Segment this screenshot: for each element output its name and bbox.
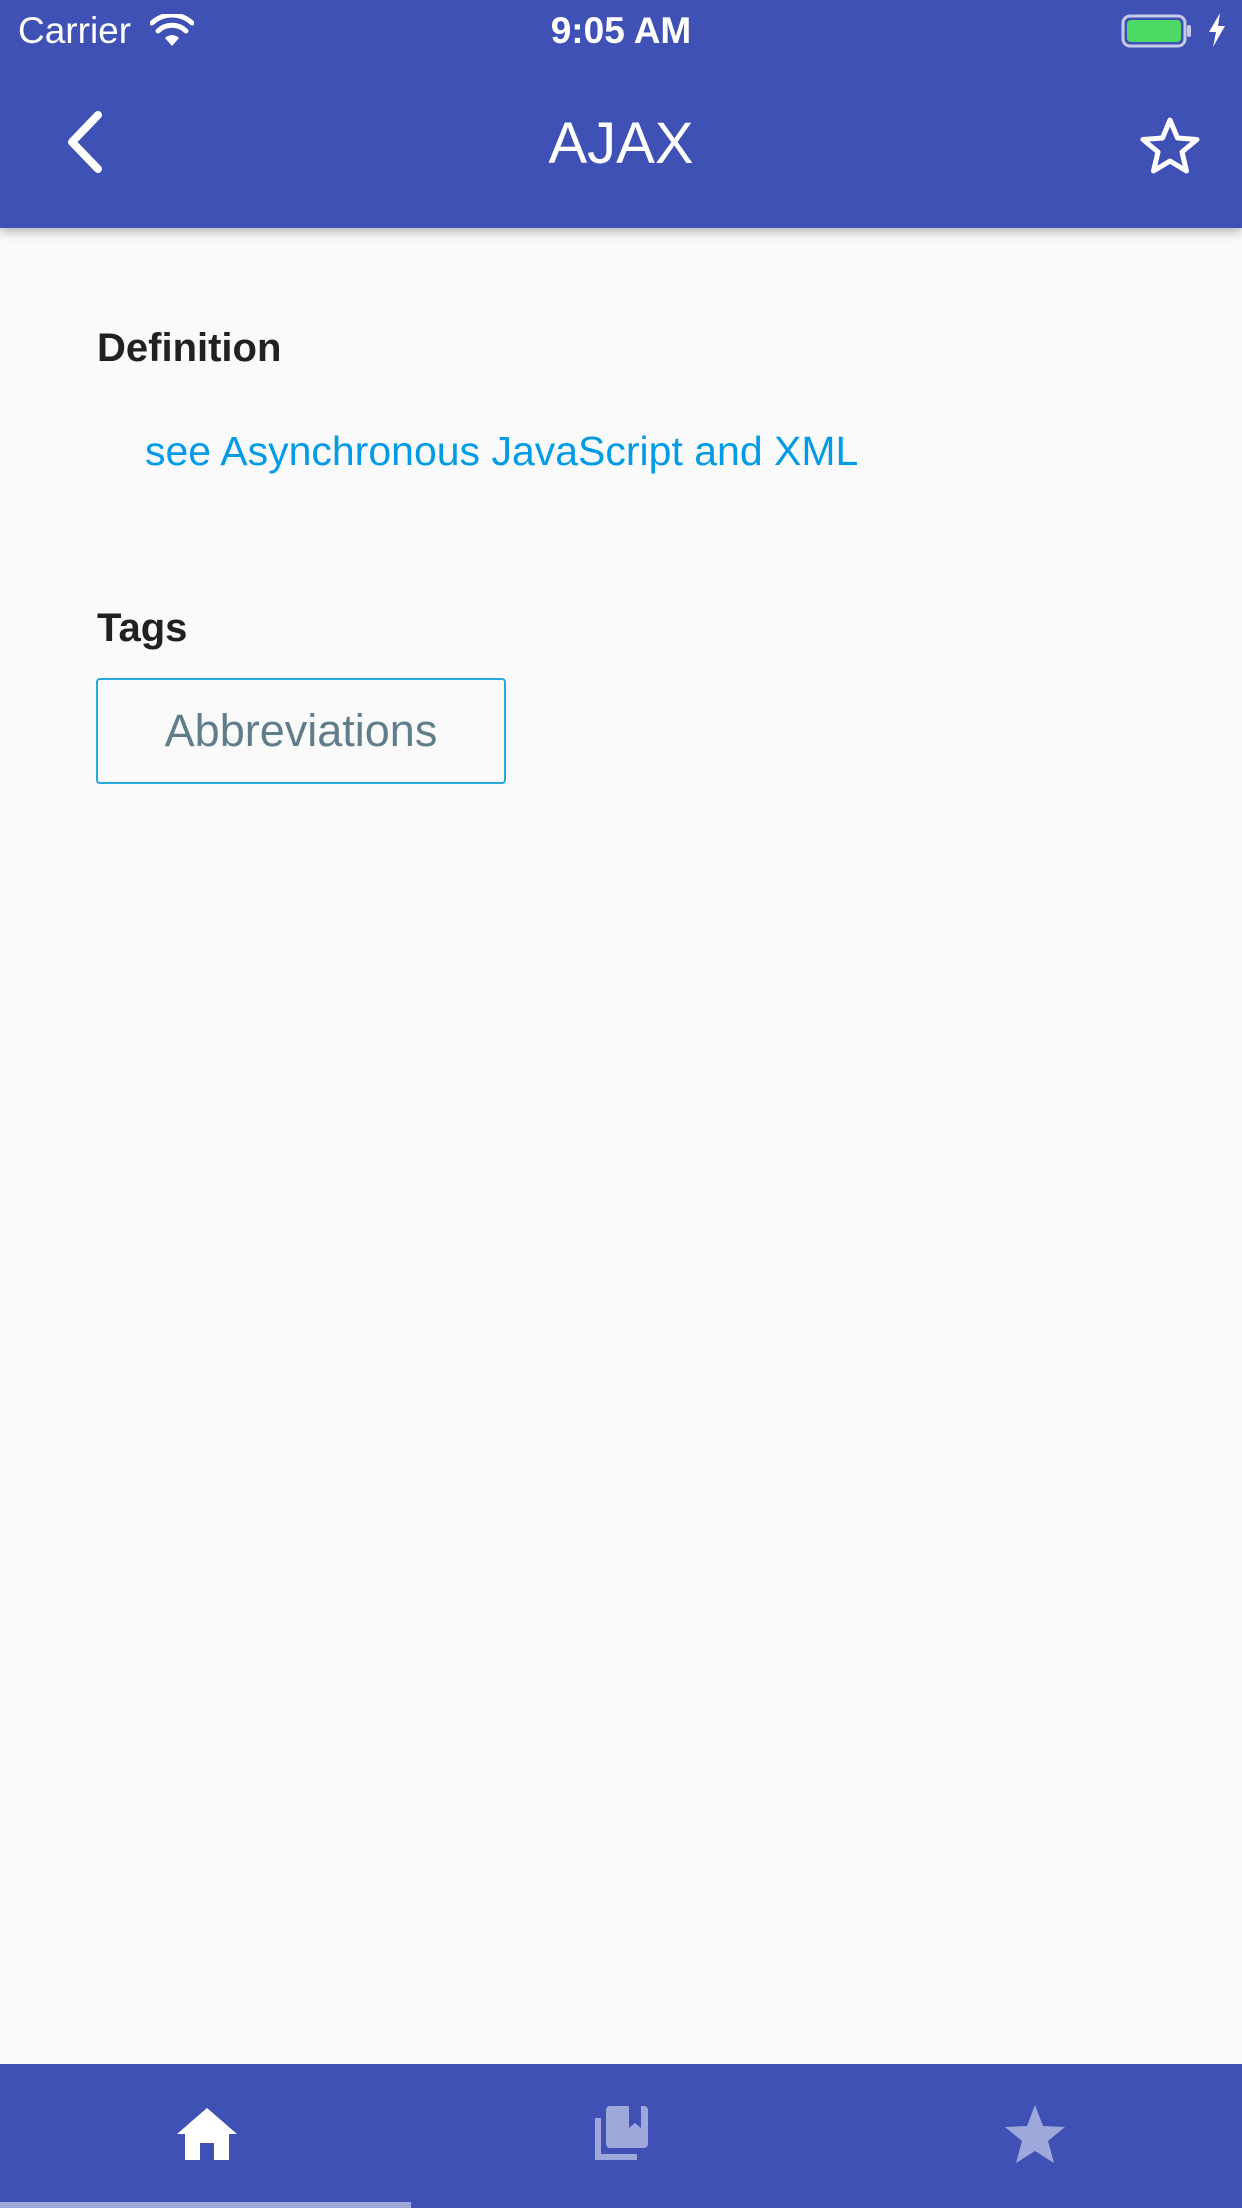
charging-bolt-icon <box>1206 12 1228 48</box>
nav-library[interactable] <box>414 2064 828 2208</box>
status-time: 9:05 AM <box>550 10 692 51</box>
definition-link[interactable]: see Asynchronous JavaScript and XML <box>145 426 858 476</box>
term-detail: Definition see Asynchronous JavaScript a… <box>0 228 1242 2064</box>
tags-heading: Tags <box>97 606 188 650</box>
favorite-button[interactable] <box>1126 104 1214 192</box>
nav-home[interactable] <box>0 2064 414 2208</box>
battery-icon <box>1121 14 1193 48</box>
back-button[interactable] <box>44 100 124 188</box>
definition-heading: Definition <box>97 326 282 370</box>
chevron-left-icon <box>62 110 106 178</box>
app-header: Carrier 9:05 AM AJAX <box>0 0 1242 228</box>
bottom-navigation <box>0 2064 1242 2208</box>
library-books-icon <box>589 2102 653 2171</box>
status-bar: Carrier 9:05 AM <box>0 0 1242 62</box>
selected-tab-indicator <box>0 2202 411 2208</box>
page-title: AJAX <box>548 111 694 176</box>
home-icon <box>175 2106 239 2167</box>
nav-favorites[interactable] <box>828 2064 1242 2208</box>
star-outline-icon <box>1139 116 1201 181</box>
tag-chip-abbreviations[interactable]: Abbreviations <box>96 678 506 784</box>
star-icon <box>1002 2102 1068 2171</box>
